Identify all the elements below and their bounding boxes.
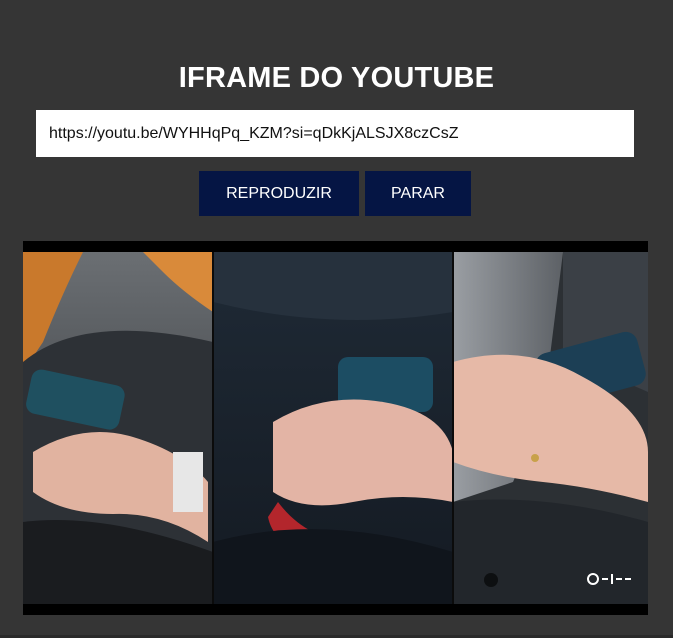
video-frame[interactable] bbox=[23, 252, 648, 604]
stop-button[interactable]: PARAR bbox=[365, 171, 471, 216]
page: IFRAME DO YOUTUBE REPRODUZIR PARAR bbox=[0, 0, 673, 638]
video-frame-image bbox=[23, 252, 648, 604]
url-input[interactable] bbox=[36, 110, 634, 157]
play-button[interactable]: REPRODUZIR bbox=[199, 171, 359, 216]
youtube-iframe-player[interactable] bbox=[23, 241, 648, 615]
page-title: IFRAME DO YOUTUBE bbox=[178, 62, 495, 94]
channel-logo-icon bbox=[587, 573, 631, 585]
